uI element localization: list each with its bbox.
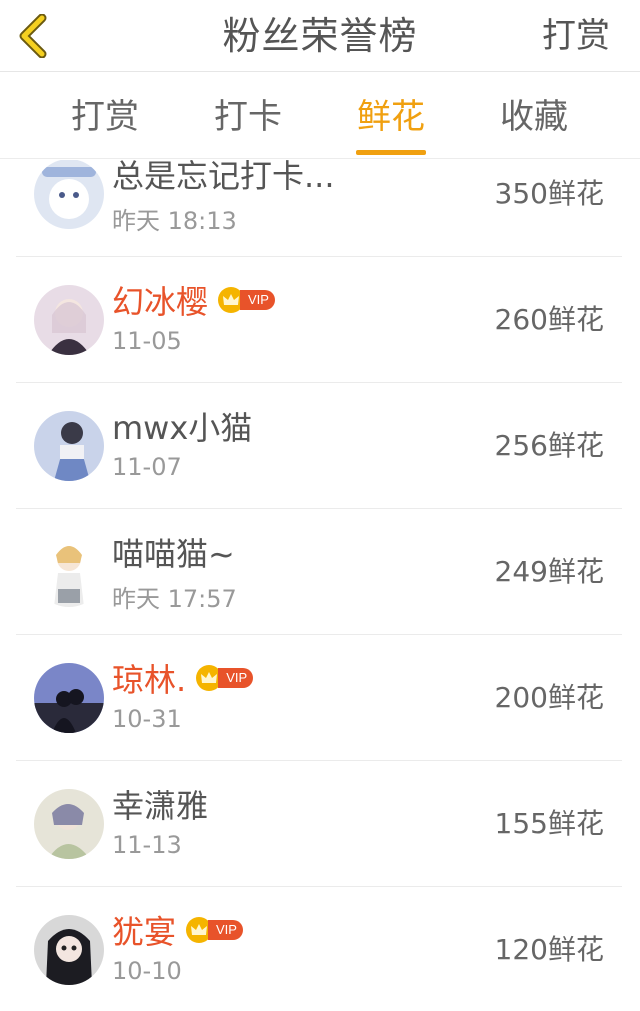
timestamp: 11-07 [112,453,182,481]
flower-count: 155鲜花 [494,807,604,840]
avatar[interactable] [34,915,104,985]
avatar[interactable] [34,789,104,859]
name-line: mwx小猫 [112,405,252,447]
timestamp: 10-10 [112,957,182,985]
user-name: 琼林. [112,661,187,699]
list-item[interactable]: 琼林. VIP 10-31 200鲜花 [16,635,622,761]
flower-count: 249鲜花 [494,555,604,588]
name-line: 犹宴 VIP [112,909,243,951]
top-bar: 粉丝荣誉榜 打赏 [0,0,640,72]
vip-badge: VIP [186,917,243,943]
vip-label: VIP [208,920,243,940]
ranking-list[interactable]: 总是忘记打卡... 昨天 18:13 350鲜花 幻冰樱 VIP 11-05 2… [0,160,640,1011]
back-button[interactable] [12,12,56,60]
list-item[interactable]: 幸潇雅 11-13 155鲜花 [16,761,622,887]
timestamp: 10-31 [112,705,182,733]
avatar[interactable] [34,411,104,481]
tab-flowers[interactable]: 鲜花 [336,73,446,159]
tab-favorites[interactable]: 收藏 [479,73,589,159]
timestamp: 11-05 [112,327,182,355]
vip-label: VIP [218,668,254,688]
user-name: 犹宴 [112,913,177,951]
tab-reward[interactable]: 打赏 [50,73,160,159]
tab-indicator [356,150,426,155]
name-line: 幸潇雅 [112,783,208,825]
list-item[interactable]: 喵喵猫~ 昨天 17:57 249鲜花 [16,509,622,635]
chevron-left-icon [19,14,47,58]
tab-label: 鲜花 [357,97,425,137]
list-item[interactable]: 幻冰樱 VIP 11-05 260鲜花 [16,257,622,383]
flower-count: 256鲜花 [494,429,604,462]
list-item[interactable]: mwx小猫 11-07 256鲜花 [16,383,622,509]
user-name: 喵喵猫~ [112,535,235,573]
tab-bar: 打赏 打卡 鲜花 收藏 [0,73,640,159]
avatar[interactable] [34,663,104,733]
name-line: 幻冰樱 VIP [112,279,275,321]
timestamp: 昨天 17:57 [112,585,237,613]
list-item[interactable]: 总是忘记打卡... 昨天 18:13 350鲜花 [16,160,622,257]
avatar[interactable] [34,537,104,607]
flower-count: 120鲜花 [494,933,604,966]
user-name: 幻冰樱 [112,283,209,321]
timestamp: 11-13 [112,831,182,859]
flower-count: 260鲜花 [494,303,604,336]
list-item[interactable]: 犹宴 VIP 10-10 120鲜花 [16,887,622,1011]
flower-count: 200鲜花 [494,681,604,714]
user-name: 幸潇雅 [112,787,209,825]
vip-label: VIP [240,290,275,310]
tab-label: 收藏 [500,97,568,137]
tab-checkin[interactable]: 打卡 [193,73,303,159]
reward-button[interactable]: 打赏 [542,0,610,72]
name-line: 琼林. VIP [112,657,254,699]
name-line: 总是忘记打卡... [112,160,335,195]
vip-badge: VIP [218,287,275,313]
tab-label: 打赏 [71,97,139,137]
avatar[interactable] [34,160,104,229]
user-name: 总是忘记打卡... [112,160,335,195]
vip-badge: VIP [196,665,254,691]
flower-count: 350鲜花 [494,177,604,210]
user-name: mwx小猫 [112,409,253,447]
avatar[interactable] [34,285,104,355]
timestamp: 昨天 18:13 [112,207,237,235]
name-line: 喵喵猫~ [112,531,235,573]
tab-label: 打卡 [214,97,282,137]
